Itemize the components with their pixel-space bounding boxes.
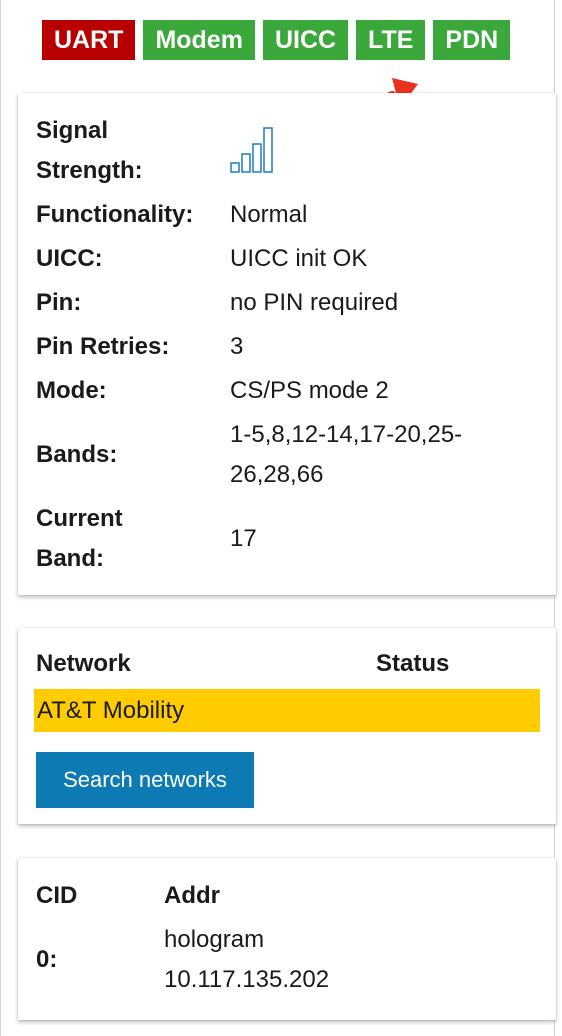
pin-retries-value: 3 [230, 333, 244, 360]
mode-label: Mode: [36, 377, 107, 404]
page-left-border [0, 0, 1, 1036]
tab-modem[interactable]: Modem [143, 20, 255, 60]
network-name: AT&T Mobility [37, 697, 185, 724]
signal-bars-icon [230, 126, 278, 174]
addr-header: Addr [164, 882, 220, 909]
pdn-card: CID Addr 0: hologram 10.117.135.202 [18, 858, 556, 1020]
tab-lte[interactable]: LTE [356, 20, 426, 60]
signal-strength-label: Signal Strength: [36, 117, 143, 184]
mode-value: CS/PS mode 2 [230, 377, 389, 404]
uicc-value: UICC init OK [230, 245, 368, 272]
pin-value: no PIN required [230, 289, 399, 316]
bands-value: 1-5,8,12-14,17-20,25- 26,28,66 [230, 421, 463, 488]
current-band-label: Current Band: [36, 505, 123, 572]
functionality-value: Normal [230, 201, 308, 228]
current-band-value: 17 [230, 525, 257, 552]
pin-label: Pin: [36, 289, 82, 316]
functionality-label: Functionality: [36, 201, 194, 228]
tab-pdn[interactable]: PDN [433, 20, 511, 60]
bands-label: Bands: [36, 441, 118, 468]
network-column-header: Network [36, 650, 131, 677]
modem-status-card: Signal Strength: Functionality: Normal U… [18, 93, 556, 595]
status-tabs: UART Modem UICC LTE PDN [42, 20, 511, 60]
search-networks-button[interactable]: Search networks [36, 752, 254, 808]
pdn-apn: hologram [164, 926, 265, 953]
tab-uart[interactable]: UART [42, 20, 136, 60]
network-row-selected[interactable]: AT&T Mobility [34, 689, 540, 732]
network-card: Network Status AT&T Mobility Search netw… [18, 628, 556, 824]
tab-uicc[interactable]: UICC [262, 20, 349, 60]
pdn-addr-value: hologram 10.117.135.202 [164, 920, 329, 1000]
cid-header: CID [36, 882, 78, 909]
pin-retries-label: Pin Retries: [36, 333, 170, 360]
status-column-header: Status [376, 650, 450, 677]
pdn-ip: 10.117.135.202 [164, 966, 330, 993]
uicc-label: UICC: [36, 245, 103, 272]
pdn-cid-value: 0: [36, 946, 58, 973]
